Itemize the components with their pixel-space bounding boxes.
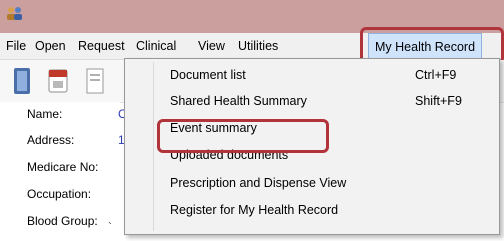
menu-item-shortcut: Shift+F9 xyxy=(415,94,462,108)
address-label: Address: xyxy=(27,133,75,147)
menu-item-register-my-health-record[interactable]: Register for My Health Record xyxy=(125,199,499,223)
menu-open[interactable]: Open xyxy=(35,39,66,53)
menu-item-label: Register for My Health Record xyxy=(170,203,339,217)
menu-view[interactable]: View xyxy=(198,39,225,53)
app-icon[interactable] xyxy=(5,6,25,20)
patient-details: Name: C Address: 1 Medicare No: Occupati… xyxy=(0,102,127,241)
menu-utilities[interactable]: Utilities xyxy=(238,39,278,53)
book-icon[interactable] xyxy=(12,66,32,96)
menu-item-label: Document list xyxy=(170,68,246,82)
medicare-label: Medicare No: xyxy=(27,160,99,174)
menu-item-label: Prescription and Dispense View xyxy=(170,176,347,190)
menu-clinical[interactable]: Clinical xyxy=(136,39,176,53)
blood-group-label: Blood Group: xyxy=(27,214,98,228)
menu-item-shortcut: Ctrl+F9 xyxy=(415,68,457,82)
menu-request[interactable]: Request xyxy=(78,39,125,53)
occupation-label: Occupation: xyxy=(27,187,92,201)
menu-item-document-list[interactable]: Document list Ctrl+F9 xyxy=(125,64,499,88)
menu-item-shared-health-summary[interactable]: Shared Health Summary Shift+F9 xyxy=(125,90,499,114)
menu-item-label: Shared Health Summary xyxy=(170,94,307,108)
document-icon[interactable] xyxy=(84,66,106,96)
edge-glyph: ` xyxy=(108,220,112,234)
menu-item-prescription-dispense-view[interactable]: Prescription and Dispense View xyxy=(125,172,499,196)
name-label: Name: xyxy=(27,107,63,121)
menu-file[interactable]: File xyxy=(6,39,26,53)
event-summary-highlight-annotation xyxy=(157,119,329,153)
calendar-icon[interactable] xyxy=(48,66,68,96)
